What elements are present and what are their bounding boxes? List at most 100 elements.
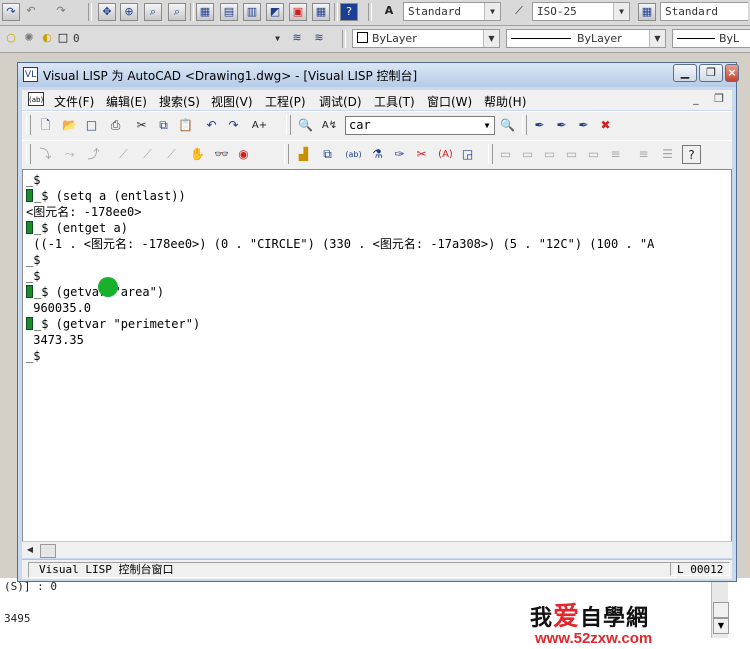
properties-icon[interactable]: ▦ <box>196 3 214 21</box>
horizontal-scrollbar[interactable]: ◀ <box>22 541 732 558</box>
mdi-window-controls[interactable]: _ ❐ <box>693 92 730 105</box>
console-line: _$ <box>26 268 40 284</box>
next-bookmark-icon[interactable]: ✒ <box>552 116 571 135</box>
toolbar-grip[interactable] <box>488 144 493 164</box>
step-over-icon[interactable]: ⤳ <box>60 145 79 164</box>
find-icon[interactable]: 🔍 <box>296 116 315 135</box>
text-style-combo[interactable]: Standard ▼ <box>403 2 501 21</box>
menu-tools[interactable]: 工具(T) <box>374 93 415 110</box>
redo-icon[interactable]: ↷ <box>2 3 20 21</box>
design-center-icon[interactable]: ▤ <box>220 3 238 21</box>
menu-project[interactable]: 工程(P) <box>265 93 306 110</box>
new-file-icon[interactable]: 🗋 <box>36 116 55 135</box>
minimize-button[interactable]: ▁ <box>673 64 697 82</box>
trace-icon[interactable]: ✑ <box>390 145 409 164</box>
tool-palettes-icon[interactable]: ▥ <box>243 3 261 21</box>
load-active-edit-window-icon[interactable]: ⧉ <box>318 145 337 164</box>
toolbar-grip[interactable] <box>26 144 31 164</box>
previous-bookmark-icon[interactable]: ✒ <box>574 116 593 135</box>
sheet-set-icon[interactable]: ◩ <box>266 3 284 21</box>
help-icon[interactable]: ? <box>682 145 701 164</box>
menu-view[interactable]: 视图(V) <box>211 93 253 110</box>
parentheses-match-icon[interactable]: ☰ <box>658 145 677 164</box>
scroll-thumb[interactable] <box>713 602 729 618</box>
open-file-icon[interactable]: 📂 <box>60 116 79 135</box>
step-into-icon[interactable]: ⤵ <box>36 145 55 164</box>
zoom-window-icon[interactable]: ⌕ <box>144 3 162 21</box>
redo-arrow-icon[interactable]: ↷ <box>52 3 70 21</box>
find-toolbar-string-icon[interactable]: 🔍 <box>498 116 517 135</box>
save-file-icon[interactable]: □ <box>82 116 101 135</box>
step-out-icon[interactable]: ⤴ <box>84 145 103 164</box>
command-line-scrollbar[interactable]: ▼ <box>711 578 729 638</box>
pan-realtime-icon[interactable]: ✥ <box>98 3 116 21</box>
toggle-breakpoint-icon[interactable]: ✋ <box>188 145 207 164</box>
make-object-layer-current-icon[interactable]: ≋ <box>288 30 306 48</box>
calculator-icon[interactable]: ▦ <box>312 3 330 21</box>
scroll-thumb[interactable] <box>40 544 56 558</box>
redo-icon[interactable]: ↷ <box>224 116 243 135</box>
check-edit-window-icon[interactable]: ▭ <box>540 145 559 164</box>
menu-file[interactable]: 文件(F) <box>54 93 94 110</box>
search-combo[interactable]: car ▼ <box>345 116 495 135</box>
complete-word-icon[interactable]: A+ <box>250 116 269 135</box>
undo-icon[interactable]: ↶ <box>202 116 221 135</box>
menu-edit[interactable]: 编辑(E) <box>106 93 147 110</box>
menu-help[interactable]: 帮助(H) <box>484 93 526 110</box>
visual-lisp-console[interactable]: _$ _$ (setq a (entlast)) <图元名: -178ee0> _$ … <box>22 169 732 547</box>
clear-bookmarks-icon[interactable]: ✖ <box>596 116 615 135</box>
menu-window[interactable]: 窗口(W) <box>427 93 472 110</box>
table-style-combo[interactable]: Standard <box>660 2 748 21</box>
inspect-icon[interactable]: ⚗ <box>368 145 387 164</box>
toggle-bookmark-icon[interactable]: ✒ <box>530 116 549 135</box>
comment-block-icon[interactable]: ≡ <box>606 145 625 164</box>
quit-icon[interactable]: ⟋ <box>138 145 157 164</box>
console-document-icon[interactable]: (ab) <box>28 92 44 106</box>
toolbar-grip[interactable] <box>26 115 31 135</box>
color-combo[interactable]: ByLayer ▼ <box>352 29 500 48</box>
activate-autocad-icon[interactable]: ▟ <box>294 145 313 164</box>
toolbar-grip[interactable] <box>286 115 291 135</box>
layer-combo[interactable]: 0 ▼ <box>68 29 286 48</box>
zoom-previous-icon[interactable]: ⌕ <box>168 3 186 21</box>
format-selection-icon[interactable]: ▭ <box>518 145 537 164</box>
continue-icon[interactable]: ⟋ <box>114 145 133 164</box>
print-icon[interactable]: ⎙ <box>106 116 125 135</box>
visual-lisp-console-icon[interactable]: (ab) <box>344 145 363 164</box>
window-title-bar[interactable]: VL Visual LISP 为 AutoCAD <Drawing1.dwg> … <box>18 63 739 87</box>
copy-icon[interactable]: ⧉ <box>154 116 173 135</box>
toolbar-grip[interactable] <box>522 115 527 135</box>
toolbar-grip[interactable] <box>284 144 289 164</box>
replace-icon[interactable]: A↯ <box>320 116 339 135</box>
add-watch-icon[interactable]: 👓 <box>212 145 231 164</box>
help-icon[interactable]: ? <box>340 3 358 21</box>
lineweight-combo[interactable]: ByL <box>672 29 750 48</box>
paste-icon[interactable]: 📋 <box>176 116 195 135</box>
uncomment-block-icon[interactable]: ≡ <box>634 145 653 164</box>
maximize-button[interactable]: ❐ <box>699 64 723 82</box>
markup-icon[interactable]: ▣ <box>289 3 307 21</box>
format-edit-window-icon[interactable]: ▭ <box>496 145 515 164</box>
menu-debug[interactable]: 调试(D) <box>319 93 362 110</box>
layer-previous-icon[interactable]: ≋ <box>310 30 328 48</box>
symbol-service-icon[interactable]: ✂ <box>412 145 431 164</box>
visual-lisp-app-icon[interactable]: VL <box>23 67 38 82</box>
reset-icon[interactable]: ⟋ <box>162 145 181 164</box>
watch-window-icon[interactable]: ◲ <box>458 145 477 164</box>
apropos-icon[interactable]: (A) <box>436 145 455 164</box>
zoom-realtime-icon[interactable]: ⊕ <box>120 3 138 21</box>
dim-style-combo[interactable]: ISO-25 ▼ <box>532 2 630 21</box>
linetype-combo[interactable]: ByLayer ▼ <box>506 29 666 48</box>
undo-icon[interactable]: ↶ <box>22 3 40 21</box>
cut-icon[interactable]: ✂ <box>132 116 151 135</box>
dim-style-icon[interactable]: ⟋ <box>510 3 528 21</box>
close-button[interactable]: × <box>725 64 739 82</box>
table-style-icon[interactable]: ▦ <box>638 3 656 21</box>
scroll-left-icon[interactable]: ◀ <box>24 544 36 556</box>
check-selection-icon[interactable]: ▭ <box>562 145 581 164</box>
text-style-icon[interactable]: A <box>380 3 398 21</box>
last-break-source-icon[interactable]: ◉ <box>234 145 253 164</box>
menu-search[interactable]: 搜索(S) <box>159 93 200 110</box>
scroll-down-icon[interactable]: ▼ <box>713 618 729 634</box>
load-selection-icon[interactable]: ▭ <box>584 145 603 164</box>
